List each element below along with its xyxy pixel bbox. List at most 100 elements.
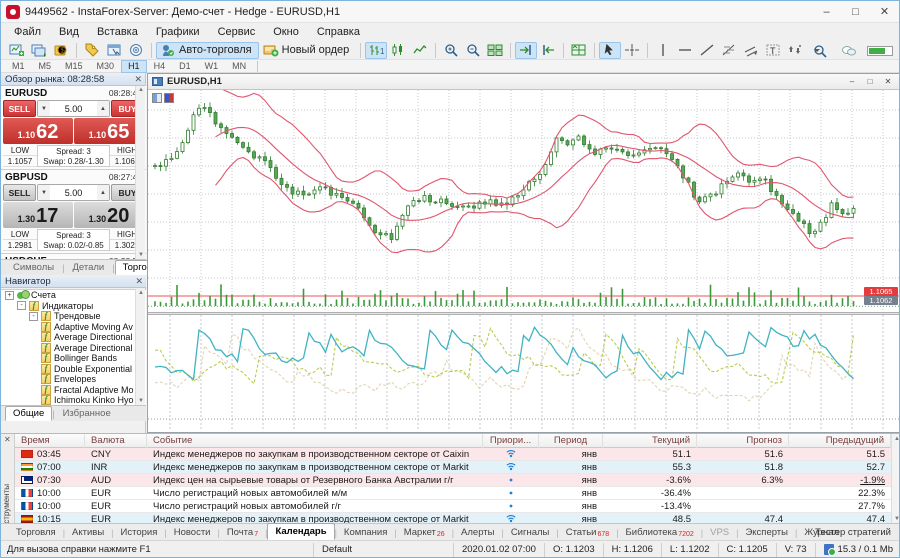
- toolbox-tab-3[interactable]: История: [114, 525, 165, 540]
- menu-item-6[interactable]: Окно: [264, 24, 308, 40]
- maximize-button[interactable]: □: [841, 1, 870, 22]
- tree-item[interactable]: fBollinger Bands: [1, 353, 146, 364]
- lot-decrease-button[interactable]: ▼: [38, 101, 50, 116]
- chart-profiles-icon[interactable]: [28, 42, 50, 59]
- new-chart-icon[interactable]: [6, 42, 28, 59]
- timeframe-button-m30[interactable]: M30: [90, 60, 122, 73]
- indicator-badge-icon[interactable]: [152, 93, 162, 103]
- chart-restore-button[interactable]: □: [861, 74, 879, 89]
- fibonacci-icon[interactable]: [718, 42, 740, 59]
- buy-price[interactable]: 1.3020: [74, 202, 144, 228]
- navigator-close-icon[interactable]: ✕: [135, 276, 143, 287]
- data-window-icon[interactable]: [103, 42, 125, 59]
- menu-item-4[interactable]: Графики: [147, 24, 209, 40]
- tree-item[interactable]: fEnvelopes: [1, 374, 146, 385]
- close-button[interactable]: ✕: [870, 1, 899, 22]
- indicator-badge-icon[interactable]: [164, 93, 174, 103]
- scroll-up-icon[interactable]: ▲: [138, 290, 144, 296]
- new-order-button[interactable]: Новый ордер: [259, 42, 357, 59]
- history-center-icon[interactable]: $: [50, 42, 72, 59]
- timeframe-button-w1[interactable]: W1: [198, 60, 226, 73]
- navigator-tab-2[interactable]: Избранное: [55, 406, 119, 421]
- tree-item[interactable]: fAverage Directional: [1, 332, 146, 343]
- lot-value[interactable]: 5.00: [50, 101, 97, 116]
- column-header-8[interactable]: Предыдущий: [789, 434, 891, 448]
- toolbox-tab-11[interactable]: Статьи678: [559, 525, 616, 540]
- bars-icon[interactable]: 1: [365, 42, 387, 59]
- chart-minimize-button[interactable]: –: [843, 74, 861, 89]
- toolbox-tab-7[interactable]: Компания: [337, 525, 394, 540]
- symbol-block-gbpusd[interactable]: GBPUSD08:27:45SELL▼5.00▲BUY1.30171.3020L…: [1, 170, 146, 254]
- timeframe-button-h1[interactable]: H1: [121, 60, 147, 73]
- status-profile[interactable]: Default: [313, 543, 453, 557]
- menu-item-7[interactable]: Справка: [308, 24, 369, 40]
- menu-item-1[interactable]: Файл: [5, 24, 50, 40]
- tree-item[interactable]: fAverage Directional: [1, 343, 146, 354]
- scroll-down-icon[interactable]: ▼: [138, 252, 144, 258]
- tree-item[interactable]: -fТрендовые: [1, 311, 146, 322]
- calendar-row[interactable]: 03:45CNYИндекс менеджеров по закупкам в …: [15, 448, 891, 461]
- tree-toggle-icon[interactable]: +: [5, 291, 14, 300]
- equidistant-channel-icon[interactable]: [740, 42, 762, 59]
- tree-item[interactable]: fIchimoku Kinko Hyo: [1, 395, 146, 405]
- toolbox-tab-1[interactable]: Торговля: [9, 525, 63, 540]
- lot-increase-button[interactable]: ▲: [97, 185, 109, 200]
- sell-button[interactable]: SELL: [3, 100, 36, 117]
- sell-button[interactable]: SELL: [3, 184, 36, 201]
- column-header-6[interactable]: Текущий: [603, 434, 697, 448]
- lot-value[interactable]: 5.00: [50, 185, 97, 200]
- scroll-down-icon[interactable]: ▼: [138, 398, 144, 404]
- arrows-icon[interactable]: [784, 42, 806, 59]
- scroll-up-icon[interactable]: ▲: [894, 436, 900, 442]
- vertical-line-icon[interactable]: [652, 42, 674, 59]
- calendar-row[interactable]: 07:00INRИндекс менеджеров по закупкам в …: [15, 461, 891, 474]
- column-header-2[interactable]: Валюта: [85, 434, 147, 448]
- calendar-row[interactable]: 10:00EURЧисло регистраций новых автомоби…: [15, 487, 891, 500]
- lot-decrease-button[interactable]: ▼: [38, 185, 50, 200]
- cursor-icon[interactable]: [599, 42, 621, 59]
- chart-client-area[interactable]: 1.1065 1.1062: [148, 90, 899, 432]
- calendar-row[interactable]: 07:30AUDИндекс цен на сырьевые товары от…: [15, 474, 891, 487]
- menu-item-2[interactable]: Вид: [50, 24, 88, 40]
- crosshair-icon[interactable]: [621, 42, 643, 59]
- candles-icon[interactable]: [387, 42, 409, 59]
- tree-item[interactable]: +Счета: [1, 290, 146, 301]
- scroll-up-icon[interactable]: ▲: [138, 87, 144, 93]
- timeframe-button-m1[interactable]: M1: [5, 60, 32, 73]
- toolbox-tab-9[interactable]: Алерты: [454, 525, 501, 540]
- auto-scroll-icon[interactable]: [537, 42, 559, 59]
- search-icon[interactable]: [809, 42, 831, 59]
- buy-price[interactable]: 1.1065: [74, 118, 144, 144]
- column-header-3[interactable]: Событие: [147, 434, 483, 448]
- zoom-in-icon[interactable]: [440, 42, 462, 59]
- auto-trading-button[interactable]: Авто-торговля: [156, 42, 259, 59]
- market-watch-close-icon[interactable]: ✕: [134, 74, 142, 85]
- toolbox-tab-10[interactable]: Сигналы: [504, 525, 557, 540]
- tile-windows-icon[interactable]: [484, 42, 506, 59]
- tree-item[interactable]: -fИндикаторы: [1, 301, 146, 312]
- toolbox-tab-5[interactable]: Почта7: [220, 525, 265, 540]
- timeframe-button-m5[interactable]: M5: [32, 60, 59, 73]
- market-watch-tab-2[interactable]: Детали: [64, 260, 112, 275]
- menu-item-3[interactable]: Вставка: [88, 24, 147, 40]
- indicators-window-icon[interactable]: [568, 42, 590, 59]
- timeframe-button-h4[interactable]: H4: [147, 60, 173, 73]
- chat-icon[interactable]: [838, 42, 860, 59]
- tree-toggle-icon[interactable]: -: [17, 301, 26, 310]
- toolbox-tab-14[interactable]: Эксперты: [738, 525, 795, 540]
- timeframe-button-mn[interactable]: MN: [225, 60, 253, 73]
- symbol-block-eurusd[interactable]: EURUSD08:28:41SELL▼5.00▲BUY1.10621.1065L…: [1, 86, 146, 170]
- trend-line-icon[interactable]: [696, 42, 718, 59]
- scroll-down-icon[interactable]: ▼: [894, 516, 900, 522]
- toolbox-tab-6[interactable]: Календарь: [267, 523, 334, 540]
- timeframe-button-d1[interactable]: D1: [172, 60, 198, 73]
- line-chart-icon[interactable]: [409, 42, 431, 59]
- toolbox-tab-4[interactable]: Новости: [167, 525, 218, 540]
- market-watch-tab-1[interactable]: Символы: [5, 260, 62, 275]
- minimize-button[interactable]: –: [812, 1, 841, 22]
- shift-end-icon[interactable]: [515, 42, 537, 59]
- zoom-out-icon[interactable]: [462, 42, 484, 59]
- tree-item[interactable]: fDouble Exponential: [1, 364, 146, 375]
- sell-price[interactable]: 1.3017: [3, 202, 73, 228]
- toolbox-tab-2[interactable]: Активы: [65, 525, 111, 540]
